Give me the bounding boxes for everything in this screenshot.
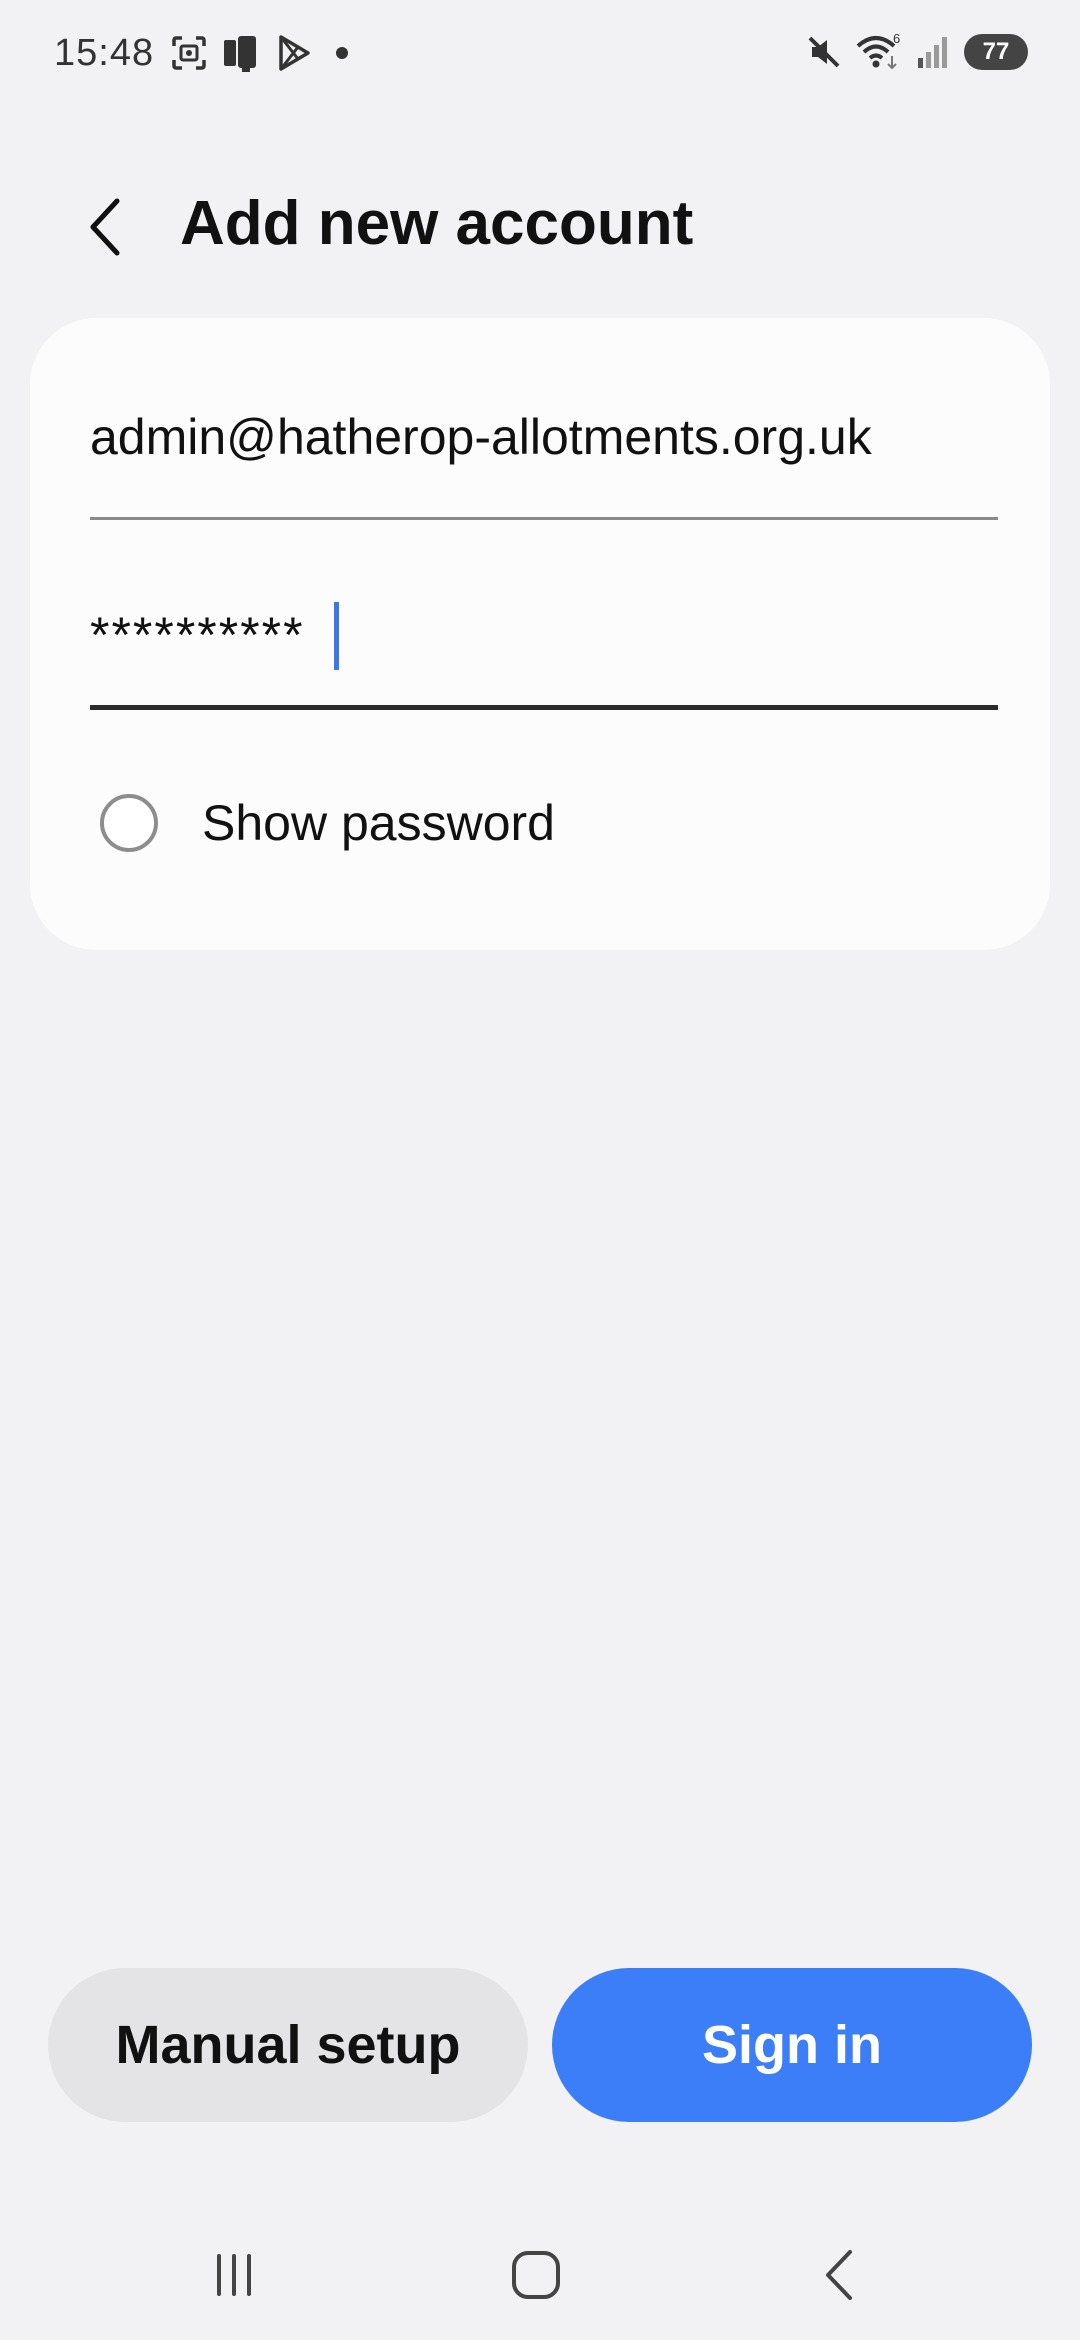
home-icon [512, 2251, 560, 2299]
play-store-icon [276, 34, 312, 72]
wifi-icon: 6 [856, 32, 902, 72]
phone-link-icon [222, 34, 262, 72]
sign-in-button[interactable]: Sign in [552, 1968, 1032, 2122]
email-field[interactable]: admin@hatherop-allotments.org.uk [90, 408, 998, 520]
status-time: 15:48 [54, 32, 155, 74]
show-password-option[interactable]: Show password [100, 788, 800, 858]
notification-dot [336, 47, 348, 59]
password-value: ********** [90, 607, 305, 663]
status-icons-right: 6 77 [806, 32, 1028, 72]
status-bar: 15:48 6 77 [0, 0, 1080, 110]
screenshot-icon [170, 34, 208, 72]
show-password-label: Show password [202, 795, 555, 851]
wifi-badge: 6 [893, 32, 900, 46]
home-button[interactable] [496, 2240, 576, 2310]
status-icons-left [170, 34, 348, 72]
recent-apps-icon [217, 2254, 251, 2296]
navigation-bar [0, 2220, 1080, 2320]
add-account-screen: 15:48 6 77 Add new account admin@hathero… [0, 0, 1080, 2340]
mute-icon [806, 34, 842, 70]
nav-back-button[interactable] [800, 2240, 880, 2310]
back-icon [826, 2250, 852, 2300]
account-form-card: admin@hatherop-allotments.org.uk *******… [30, 318, 1050, 950]
recent-apps-button[interactable] [194, 2240, 274, 2310]
password-field[interactable]: ********** [90, 598, 998, 710]
back-button[interactable] [70, 192, 140, 262]
page-title: Add new account [180, 189, 694, 258]
header: Add new account [0, 180, 1080, 270]
email-value: admin@hatherop-allotments.org.uk [90, 409, 872, 465]
back-arrow-icon [90, 198, 120, 256]
show-password-radio[interactable] [100, 794, 158, 852]
manual-setup-button[interactable]: Manual setup [48, 1968, 528, 2122]
battery-indicator: 77 [964, 34, 1028, 70]
text-cursor [334, 602, 339, 670]
signal-icon [916, 34, 950, 70]
